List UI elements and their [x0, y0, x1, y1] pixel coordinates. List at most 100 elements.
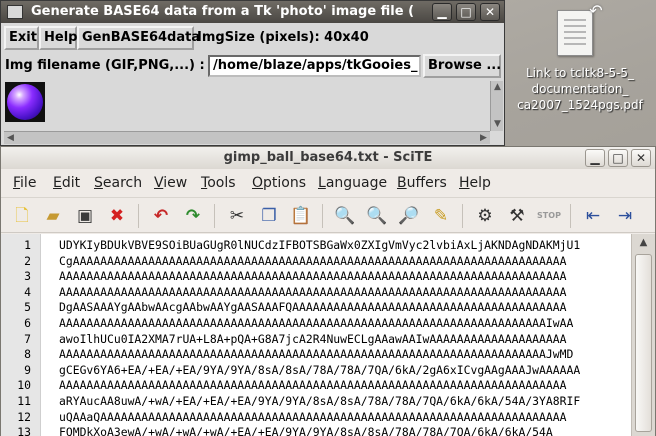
browse-button[interactable]: Browse ...	[423, 54, 501, 78]
find-in-files-icon[interactable]: ✎	[429, 204, 453, 228]
menu-options[interactable]: Options	[252, 175, 306, 191]
maximize-button[interactable]: □	[456, 3, 476, 21]
scroll-up-icon[interactable]: ▲	[632, 234, 655, 252]
line-text: FQMDkXoA3ewA/+wA/+wA/+wA/+EA/+EA/9YA/9YA…	[59, 425, 553, 436]
open-folder-icon[interactable]: ▰	[41, 204, 65, 228]
line-text: CgAAAAAAAAAAAAAAAAAAAAAAAAAAAAAAAAAAAAAA…	[59, 253, 567, 268]
menu-view[interactable]: View	[154, 175, 187, 191]
cut-icon[interactable]: ✂	[225, 204, 249, 228]
stop-icon[interactable]: STOP	[537, 204, 561, 228]
menu-edit[interactable]: Edit	[53, 175, 80, 191]
menu-tools[interactable]: Tools	[201, 175, 236, 191]
image-preview	[5, 82, 45, 122]
line-number: 7	[24, 331, 31, 346]
scite-window-title: gimp_ball_base64.txt - SciTE	[223, 150, 433, 165]
code-line[interactable]: 10 AAAAAAAAAAAAAAAAAAAAAAAAAAAAAAAAAAAAAA…	[1, 377, 631, 393]
line-text: uQAAaQAAAAAAAAAAAAAAAAAAAAAAAAAAAAAAAAAA…	[59, 409, 567, 424]
line-number: 1	[24, 238, 31, 252]
line-number: 11	[17, 394, 31, 408]
undo-icon[interactable]: ↶	[149, 204, 173, 228]
code-line[interactable]: 7 awoIlhUCu0IA2XMA7rUA+L8A+pQA+G8A7jcA2R4…	[1, 331, 631, 347]
menu-bar: File Edit Search View Tools Options Lang…	[1, 170, 655, 196]
scroll-right-icon[interactable]: ▶	[477, 132, 490, 145]
code-line[interactable]: 3 AAAAAAAAAAAAAAAAAAAAAAAAAAAAAAAAAAAAAAA…	[1, 268, 631, 284]
build-icon[interactable]: ⚒	[505, 204, 529, 228]
next-buffer-icon[interactable]: ⇥	[613, 204, 637, 228]
filename-input[interactable]: /home/blaze/apps/tkGooies_	[208, 55, 421, 77]
code-line[interactable]: 6 AAAAAAAAAAAAAAAAAAAAAAAAAAAAAAAAAAAAAAA…	[1, 315, 631, 331]
desktop-shortcut-label: Link to tcltk8-5-5_ documentation_ ca200…	[517, 66, 643, 112]
gen-base64-button[interactable]: GenBASE64data	[77, 26, 200, 50]
code-line[interactable]: 12 uQAAaQAAAAAAAAAAAAAAAAAAAAAAAAAAAAAAAA…	[1, 409, 631, 425]
help-button[interactable]: Help	[39, 26, 77, 50]
code-line[interactable]: 2 CgAAAAAAAAAAAAAAAAAAAAAAAAAAAAAAAAAAAAA…	[1, 253, 631, 269]
code-line[interactable]: 8 AAAAAAAAAAAAAAAAAAAAAAAAAAAAAAAAAAAAAAA…	[1, 346, 631, 362]
line-number: 13	[17, 425, 31, 436]
line-text: awoIlhUCu0IA2XMA7rUA+L8A+pQA+G8A7jcA2R4N…	[59, 331, 567, 346]
find-icon[interactable]: 🔍	[333, 204, 357, 228]
menu-help[interactable]: Help	[459, 175, 491, 191]
line-text: aRYAucAA8uwA/+wA/+EA/+EA/+EA/9YA/9YA/8sA…	[59, 394, 581, 408]
line-text: gCEGv6YA6+EA/+EA/+EA/9YA/9YA/8sA/8sA/78A…	[59, 362, 581, 377]
scroll-up-icon[interactable]: ▲	[491, 81, 504, 94]
minimize-button[interactable]: ▁	[432, 3, 452, 21]
editor-vertical-scrollbar[interactable]: ▲	[631, 234, 655, 436]
minimize-button[interactable]: ▁	[585, 149, 605, 167]
scroll-down-icon[interactable]: ▼	[491, 118, 504, 131]
menu-file[interactable]: File	[13, 175, 36, 191]
paste-icon[interactable]: 📋	[289, 204, 313, 228]
code-line[interactable]: 1 UDYKIyBDUkVBVE9SOiBUaGUgR0lNUCdzIFBOTSB…	[1, 237, 631, 253]
line-text: AAAAAAAAAAAAAAAAAAAAAAAAAAAAAAAAAAAAAAAA…	[59, 316, 574, 330]
toolbar: 🗋 ▰ ▣ ✖ ↶ ↷ ✂ ❐ 📋 🔍 🔍 🔎 ✎ ⚙ ⚒ STOP ⇤ ⇥	[1, 197, 655, 233]
line-text: DgAASAAAYgAAbwAAcgAAbwAAYgAASAAAFQAAAAAA…	[59, 300, 567, 315]
line-number: 10	[17, 378, 31, 393]
line-number: 5	[24, 300, 31, 315]
window-menu-icon[interactable]	[7, 5, 23, 19]
line-number: 2	[24, 253, 31, 268]
line-number: 4	[24, 284, 31, 299]
exit-button[interactable]: Exit	[4, 26, 39, 50]
code-line[interactable]: 5 DgAASAAAYgAAbwAAcgAAbwAAYgAASAAAFQAAAAA…	[1, 299, 631, 315]
find-next-icon[interactable]: 🔍	[365, 204, 389, 228]
desktop-shortcut-pdf[interactable]: ↶ Link to tcltk8-5-5_ documentation_ ca2…	[505, 0, 655, 120]
code-line[interactable]: 9 gCEGv6YA6+EA/+EA/+EA/9YA/9YA/8sA/8sA/78…	[1, 362, 631, 378]
compile-icon[interactable]: ⚙	[473, 204, 497, 228]
menu-search[interactable]: Search	[94, 175, 142, 191]
menu-language[interactable]: Language	[318, 175, 387, 191]
line-text: AAAAAAAAAAAAAAAAAAAAAAAAAAAAAAAAAAAAAAAA…	[59, 378, 567, 393]
preview-horizontal-scrollbar[interactable]: ◀ ▶	[4, 131, 490, 144]
code-line[interactable]: 11 aRYAucAA8uwA/+wA/+EA/+EA/+EA/9YA/9YA/8…	[1, 393, 631, 409]
text-editor[interactable]: 1 UDYKIyBDUkVBVE9SOiBUaGUgR0lNUCdzIFBOTSB…	[1, 234, 631, 436]
line-number: 9	[24, 362, 31, 377]
menu-buffers[interactable]: Buffers	[397, 175, 447, 191]
filename-label: Img filename (GIF,PNG,...) :	[5, 58, 205, 73]
tk-base64-window: Generate BASE64 data from a Tk 'photo' i…	[0, 0, 505, 146]
line-number: 3	[24, 269, 31, 284]
image-preview-canvas	[4, 81, 489, 131]
save-icon[interactable]: ▣	[73, 204, 97, 228]
tk-window-title: Generate BASE64 data from a Tk 'photo' i…	[31, 4, 415, 19]
scite-titlebar[interactable]: gimp_ball_base64.txt - SciTE ▁ □ ✕	[1, 147, 655, 169]
maximize-button[interactable]: □	[608, 149, 628, 167]
replace-icon[interactable]: 🔎	[397, 204, 421, 228]
line-number: 6	[24, 316, 31, 330]
code-line[interactable]: 4 AAAAAAAAAAAAAAAAAAAAAAAAAAAAAAAAAAAAAAA…	[1, 284, 631, 300]
previous-buffer-icon[interactable]: ⇤	[581, 204, 605, 228]
line-number: 12	[17, 409, 31, 424]
scrollbar-thumb[interactable]	[635, 254, 652, 432]
close-file-icon[interactable]: ✖	[105, 204, 129, 228]
code-line[interactable]: 13 FQMDkXoA3ewA/+wA/+wA/+wA/+EA/+EA/9YA/9…	[1, 424, 631, 436]
line-text: AAAAAAAAAAAAAAAAAAAAAAAAAAAAAAAAAAAAAAAA…	[59, 284, 567, 299]
close-button[interactable]: ✕	[480, 3, 500, 21]
preview-vertical-scrollbar[interactable]: ▲ ▼	[490, 81, 503, 131]
gimp-ball-image	[7, 84, 43, 120]
copy-icon[interactable]: ❐	[257, 204, 281, 228]
line-number: 8	[24, 347, 31, 362]
tk-titlebar[interactable]: Generate BASE64 data from a Tk 'photo' i…	[1, 1, 504, 23]
scroll-left-icon[interactable]: ◀	[4, 132, 17, 145]
close-button[interactable]: ✕	[631, 149, 651, 167]
new-file-icon[interactable]: 🗋	[10, 204, 34, 228]
imgsize-label: ImgSize (pixels): 40x40	[197, 30, 369, 45]
link-arrow-icon: ↶	[589, 1, 603, 20]
redo-icon[interactable]: ↷	[181, 204, 205, 228]
